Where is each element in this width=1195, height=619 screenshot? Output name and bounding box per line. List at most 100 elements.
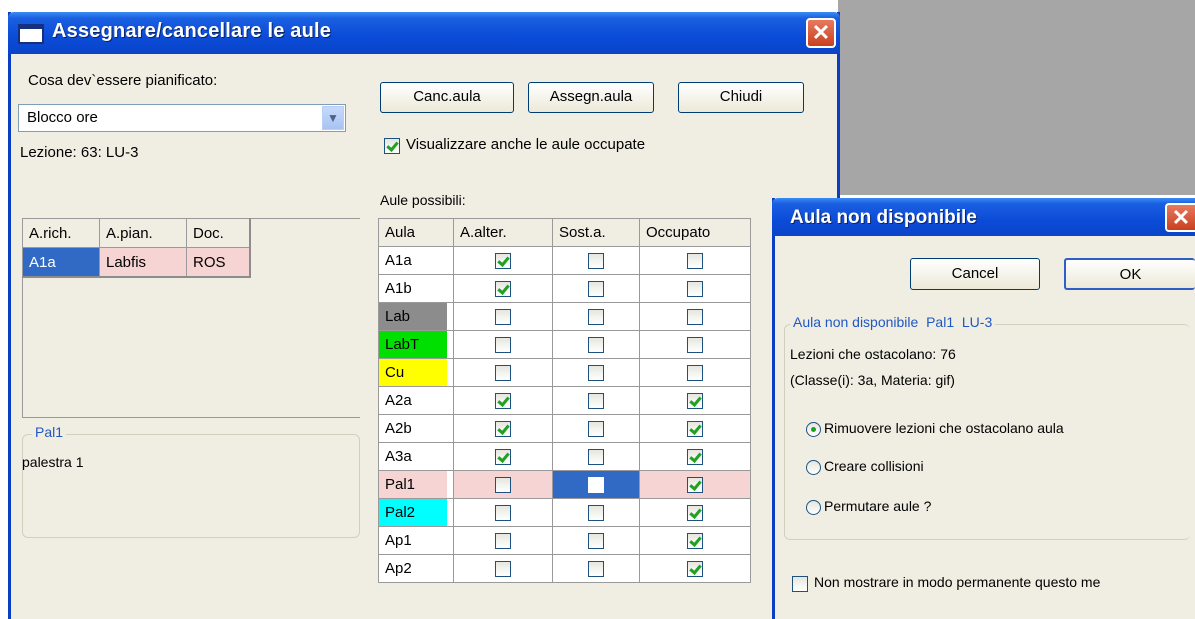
cancel-room-button[interactable]: Canc.aula — [380, 82, 514, 113]
room-name-cell[interactable]: Pal2 — [378, 498, 454, 527]
dropdown-arrow-icon[interactable]: ▼ — [322, 106, 344, 130]
alter-checkbox[interactable] — [495, 364, 511, 381]
table-row[interactable]: Ap2 — [378, 554, 751, 583]
checkbox-cell[interactable] — [453, 358, 553, 387]
checkbox-cell[interactable] — [552, 274, 640, 303]
checkbox-cell[interactable] — [639, 554, 751, 583]
alter-checkbox[interactable] — [495, 504, 511, 521]
alter-checkbox[interactable] — [495, 252, 511, 269]
checkbox-cell[interactable] — [552, 498, 640, 527]
option-collisions-radio[interactable] — [806, 460, 821, 475]
option-swap-radio[interactable] — [806, 500, 821, 515]
sost-checkbox[interactable] — [588, 280, 604, 297]
occ-checkbox[interactable] — [687, 336, 703, 353]
sost-checkbox[interactable] — [588, 448, 604, 465]
column-header[interactable]: Aula — [378, 218, 454, 247]
checkbox-cell[interactable] — [552, 442, 640, 471]
occ-checkbox[interactable] — [687, 308, 703, 325]
column-header[interactable]: A.pian. — [99, 218, 187, 248]
room-name-cell[interactable]: A1a — [378, 246, 454, 275]
checkbox-cell[interactable] — [639, 302, 751, 331]
sost-checkbox[interactable] — [588, 392, 604, 409]
checkbox-cell[interactable] — [552, 358, 640, 387]
table-row[interactable]: A1b — [378, 274, 751, 303]
occ-checkbox[interactable] — [687, 420, 703, 437]
checkbox-cell[interactable] — [552, 302, 640, 331]
sost-checkbox[interactable] — [588, 336, 604, 353]
table-row[interactable]: A1a Labfis ROS — [22, 247, 251, 278]
room-name-cell[interactable]: A2a — [378, 386, 454, 415]
checkbox-cell[interactable] — [552, 554, 640, 583]
room-name-cell[interactable]: Cu — [378, 358, 454, 387]
occ-checkbox[interactable] — [687, 280, 703, 297]
sost-checkbox[interactable] — [588, 504, 604, 521]
table-row[interactable]: A2a — [378, 386, 751, 415]
sost-checkbox[interactable] — [588, 308, 604, 325]
option-remove-radio[interactable] — [806, 422, 821, 437]
checkbox-cell[interactable] — [639, 274, 751, 303]
checkbox-cell[interactable] — [639, 358, 751, 387]
checkbox-cell[interactable] — [552, 470, 640, 499]
alter-checkbox[interactable] — [495, 308, 511, 325]
plan-dropdown[interactable]: Blocco ore ▼ — [18, 104, 346, 132]
alter-checkbox[interactable] — [495, 448, 511, 465]
checkbox-cell[interactable] — [639, 526, 751, 555]
checkbox-cell[interactable] — [639, 414, 751, 443]
sost-checkbox[interactable] — [588, 532, 604, 549]
alter-checkbox[interactable] — [495, 560, 511, 577]
close-button[interactable]: Chiudi — [678, 82, 804, 113]
table-row[interactable]: A2b — [378, 414, 751, 443]
checkbox-cell[interactable] — [639, 498, 751, 527]
checkbox-cell[interactable] — [453, 442, 553, 471]
alter-checkbox[interactable] — [495, 420, 511, 437]
checkbox-cell[interactable] — [453, 498, 553, 527]
room-name-cell[interactable]: LabT — [378, 330, 454, 359]
table-row[interactable]: LabT — [378, 330, 751, 359]
room-name-cell[interactable]: Ap2 — [378, 554, 454, 583]
occ-checkbox[interactable] — [687, 364, 703, 381]
assign-room-button[interactable]: Assegn.aula — [528, 82, 654, 113]
checkbox-cell[interactable] — [552, 246, 640, 275]
room-name-cell[interactable]: Pal1 — [378, 470, 454, 499]
occ-checkbox[interactable] — [687, 504, 703, 521]
checkbox-cell[interactable] — [639, 442, 751, 471]
column-header[interactable]: A.alter. — [453, 218, 553, 247]
column-header[interactable]: Sost.a. — [552, 218, 640, 247]
table-row[interactable]: Pal1 — [378, 470, 751, 499]
occ-checkbox[interactable] — [687, 448, 703, 465]
occ-checkbox[interactable] — [687, 532, 703, 549]
occ-checkbox[interactable] — [687, 252, 703, 269]
table-cell[interactable]: ROS — [186, 247, 251, 278]
checkbox-cell[interactable] — [552, 386, 640, 415]
show-occupied-checkbox[interactable] — [384, 138, 400, 154]
room-name-cell[interactable]: Lab — [378, 302, 454, 331]
room-name-cell[interactable]: Ap1 — [378, 526, 454, 555]
checkbox-cell[interactable] — [453, 302, 553, 331]
checkbox-cell[interactable] — [453, 246, 553, 275]
checkbox-cell[interactable] — [453, 414, 553, 443]
alter-checkbox[interactable] — [495, 476, 511, 493]
table-row[interactable]: A1a — [378, 246, 751, 275]
dialog-cancel-button[interactable]: Cancel — [910, 258, 1040, 290]
table-row[interactable]: Ap1 — [378, 526, 751, 555]
column-header[interactable]: A.rich. — [22, 218, 100, 248]
table-row[interactable]: A3a — [378, 442, 751, 471]
occ-checkbox[interactable] — [687, 560, 703, 577]
table-cell[interactable]: Labfis — [99, 247, 187, 278]
checkbox-cell[interactable] — [453, 386, 553, 415]
close-icon[interactable]: ✕ — [806, 18, 836, 48]
table-row[interactable]: Pal2 — [378, 498, 751, 527]
dialog-ok-button[interactable]: OK — [1064, 258, 1195, 290]
alter-checkbox[interactable] — [495, 336, 511, 353]
sost-checkbox[interactable] — [588, 420, 604, 437]
checkbox-cell[interactable] — [639, 330, 751, 359]
alter-checkbox[interactable] — [495, 392, 511, 409]
sost-checkbox[interactable] — [588, 252, 604, 269]
occ-checkbox[interactable] — [687, 476, 703, 493]
sost-checkbox[interactable] — [588, 560, 604, 577]
room-name-cell[interactable]: A3a — [378, 442, 454, 471]
checkbox-cell[interactable] — [552, 330, 640, 359]
checkbox-cell[interactable] — [639, 246, 751, 275]
alter-checkbox[interactable] — [495, 532, 511, 549]
sost-checkbox[interactable] — [588, 364, 604, 381]
